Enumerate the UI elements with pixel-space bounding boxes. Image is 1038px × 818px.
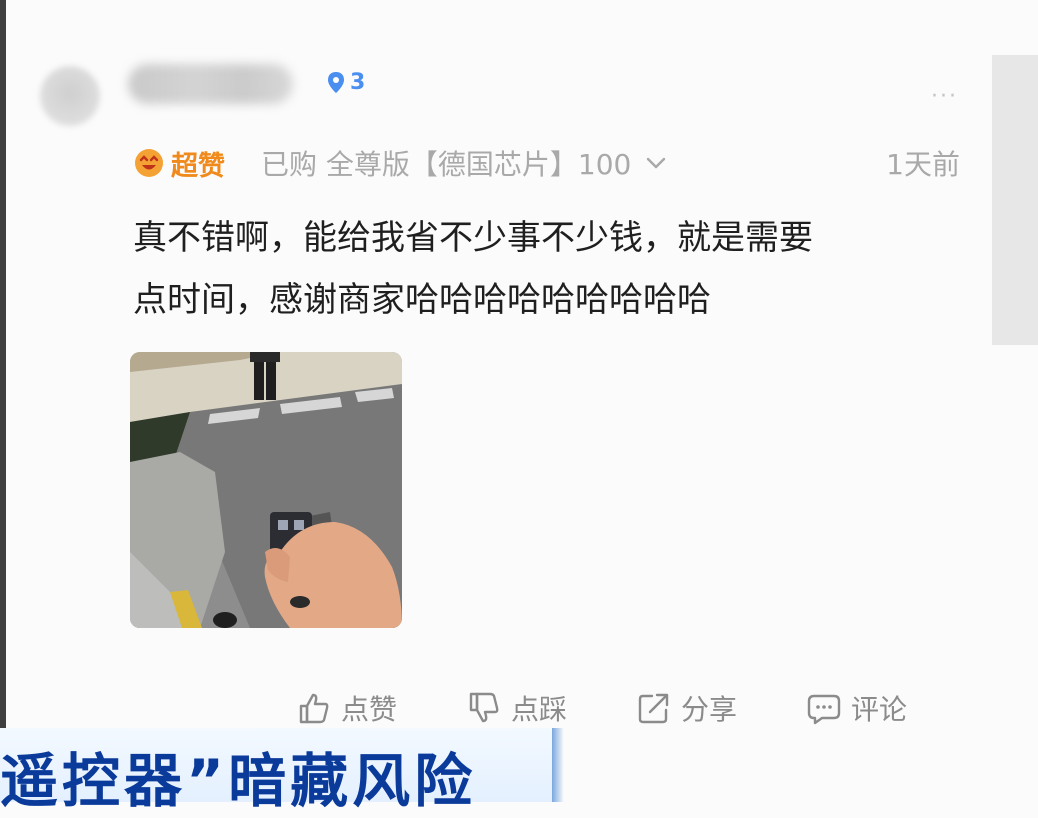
comment-button[interactable]: 评论 bbox=[805, 688, 907, 728]
share-icon bbox=[638, 693, 669, 724]
news-caption-edge bbox=[552, 728, 564, 802]
review-line: 真不错啊，能给我省不少事不少钱，就是需要 bbox=[133, 218, 813, 258]
review-photo-image bbox=[130, 352, 402, 628]
action-bar: 点赞 点踩 分享 评论 bbox=[295, 688, 907, 728]
review-text: 真不错啊，能给我省不少事不少钱，就是需要 点时间，感谢商家哈哈哈哈哈哈哈哈哈 bbox=[133, 207, 963, 331]
rating-label: 超赞 bbox=[171, 150, 225, 182]
thumbs-up-icon bbox=[299, 693, 329, 724]
more-icon[interactable]: ··· bbox=[931, 84, 958, 109]
like-label: 点赞 bbox=[341, 693, 398, 726]
comment-timestamp: 1天前 bbox=[886, 148, 960, 181]
review-line: 点时间，感谢商家哈哈哈哈哈哈哈哈哈 bbox=[133, 280, 711, 320]
comment-label: 评论 bbox=[851, 693, 908, 726]
comment-meta-row: 超赞 已购 全尊版【德国芯片】100 1天前 bbox=[133, 143, 960, 183]
like-button[interactable]: 点赞 bbox=[295, 688, 397, 728]
username-blurred[interactable] bbox=[128, 64, 293, 104]
thumbs-down-icon bbox=[469, 692, 499, 723]
chevron-down-icon[interactable] bbox=[645, 156, 667, 170]
screen-left-edge bbox=[0, 0, 6, 728]
purchase-info[interactable]: 已购 全尊版【德国芯片】100 bbox=[261, 143, 667, 183]
rating-badge: 超赞 bbox=[133, 144, 225, 183]
avatar[interactable] bbox=[40, 66, 100, 126]
comment-icon bbox=[807, 694, 841, 725]
smile-badge-icon bbox=[135, 149, 163, 177]
share-label: 分享 bbox=[681, 693, 738, 726]
user-level-number: 3 bbox=[350, 70, 366, 95]
purchase-info-text: 已购 全尊版【德国芯片】100 bbox=[261, 148, 632, 181]
news-caption-text: 遥控器”暗藏风险 bbox=[0, 747, 477, 815]
user-level-badge: 3 bbox=[326, 70, 365, 95]
share-button[interactable]: 分享 bbox=[635, 688, 737, 728]
dislike-button[interactable]: 点踩 bbox=[465, 688, 567, 728]
adjacent-panel-edge bbox=[992, 55, 1038, 345]
dislike-label: 点踩 bbox=[511, 693, 568, 726]
level-shield-icon bbox=[328, 71, 344, 93]
news-caption-banner: 遥控器”暗藏风险 bbox=[0, 728, 552, 815]
review-photo[interactable] bbox=[130, 352, 402, 628]
